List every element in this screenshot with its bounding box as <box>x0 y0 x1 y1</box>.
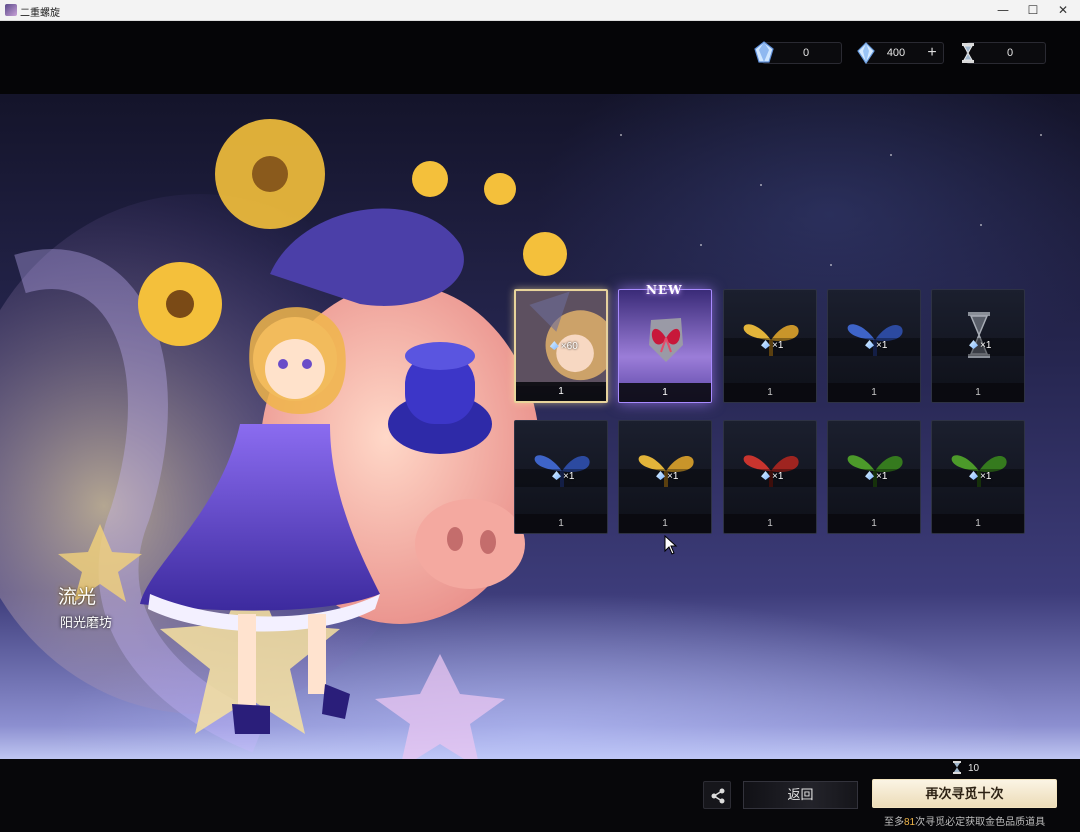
bg-star <box>620 134 622 136</box>
result-count: 1 <box>828 514 920 533</box>
character-subtitle: 阳光磨坊 <box>60 615 113 630</box>
result-qty: ×1 <box>865 340 887 351</box>
result-qty: ×60 <box>550 341 578 352</box>
result-count: 1 <box>515 514 607 533</box>
window-title: 二重螺旋 <box>20 8 60 19</box>
currency-blue-crystal-value: 0 <box>802 47 810 59</box>
blue-sprout-icon <box>534 455 590 487</box>
green-sprout-icon <box>847 455 903 487</box>
character-title: 流光 <box>58 586 97 608</box>
minimize-button[interactable]: — <box>986 0 1020 20</box>
pity-count: 81 <box>904 817 916 828</box>
result-card[interactable]: ×60 1 <box>514 289 608 403</box>
result-count: 1 <box>932 514 1024 533</box>
currency-blue-crystal: 0 <box>754 41 842 64</box>
result-qty: ×1 <box>761 340 783 351</box>
share-icon <box>711 788 725 804</box>
currency-ticket: 0 <box>962 42 1046 64</box>
result-card[interactable]: ×1 1 <box>723 289 817 403</box>
grey-hourglass-icon <box>968 312 990 358</box>
window-titlebar: 二重螺旋 — ☐ ✕ <box>0 0 1080 21</box>
result-qty: ×1 <box>969 471 991 482</box>
maximize-button[interactable]: ☐ <box>1016 0 1050 20</box>
result-card[interactable]: ×1 1 <box>618 420 712 534</box>
bg-star <box>980 224 982 226</box>
hourglass-ticket-icon <box>953 761 961 774</box>
bg-star <box>760 184 762 186</box>
result-card[interactable]: 1 <box>618 289 712 403</box>
result-card[interactable]: ×1 1 <box>931 420 1025 534</box>
result-qty: ×1 <box>656 471 678 482</box>
bg-star <box>890 154 892 156</box>
pity-notice: 至多81次寻觅必定获取金色品质道具 <box>884 813 1045 828</box>
butterfly-emblem-icon <box>649 318 683 362</box>
new-badge: NEW <box>646 283 683 297</box>
result-qty: ×1 <box>969 340 991 351</box>
result-qty: ×1 <box>552 471 574 482</box>
bg-star <box>700 244 702 246</box>
result-card[interactable]: ×1 1 <box>931 289 1025 403</box>
mouse-cursor-icon <box>664 535 678 555</box>
result-qty: ×1 <box>865 471 887 482</box>
character-portrait-icon <box>516 291 606 386</box>
currency-ticket-value: 0 <box>1006 47 1014 59</box>
app-icon <box>5 4 17 16</box>
draw-ten-again-button[interactable]: 再次寻觅十次 <box>872 779 1057 808</box>
share-button[interactable] <box>703 781 731 809</box>
result-count: 1 <box>724 514 816 533</box>
draw-cost-value: 10 <box>968 763 980 774</box>
blue-sprout-icon <box>847 324 903 356</box>
result-card[interactable]: ×1 1 <box>723 420 817 534</box>
result-count: 1 <box>828 383 920 402</box>
bg-star <box>830 264 832 266</box>
result-qty: ×1 <box>761 471 783 482</box>
result-card[interactable]: ×1 1 <box>827 420 921 534</box>
result-count: 1 <box>619 514 711 533</box>
pity-prefix: 至多 <box>884 817 904 828</box>
add-currency-button[interactable]: + <box>923 44 941 62</box>
result-count: 1 <box>619 383 711 402</box>
green-sprout-icon <box>951 455 1007 487</box>
result-card[interactable]: ×1 1 <box>514 420 608 534</box>
currency-diamond-value: 400 <box>886 47 906 59</box>
currency-diamond: 400 + <box>857 42 944 65</box>
top-bar: 0 400 + 0 <box>0 21 1080 94</box>
game-viewport: 0 400 + 0 流光 阳光磨坊 ×60 1 1 NEW ×1 1 ×1 1 … <box>0 21 1080 832</box>
back-button[interactable]: 返回 <box>743 781 858 809</box>
bg-star <box>1040 134 1042 136</box>
pity-suffix: 次寻觅必定获取金色品质道具 <box>915 817 1046 828</box>
result-count: 1 <box>516 382 606 401</box>
result-count: 1 <box>932 383 1024 402</box>
close-button[interactable]: ✕ <box>1046 0 1080 20</box>
result-count: 1 <box>724 383 816 402</box>
result-card[interactable]: ×1 1 <box>827 289 921 403</box>
red-sprout-icon <box>743 455 799 487</box>
gold-sprout-icon <box>638 455 694 487</box>
gold-sprout-icon <box>743 324 799 356</box>
